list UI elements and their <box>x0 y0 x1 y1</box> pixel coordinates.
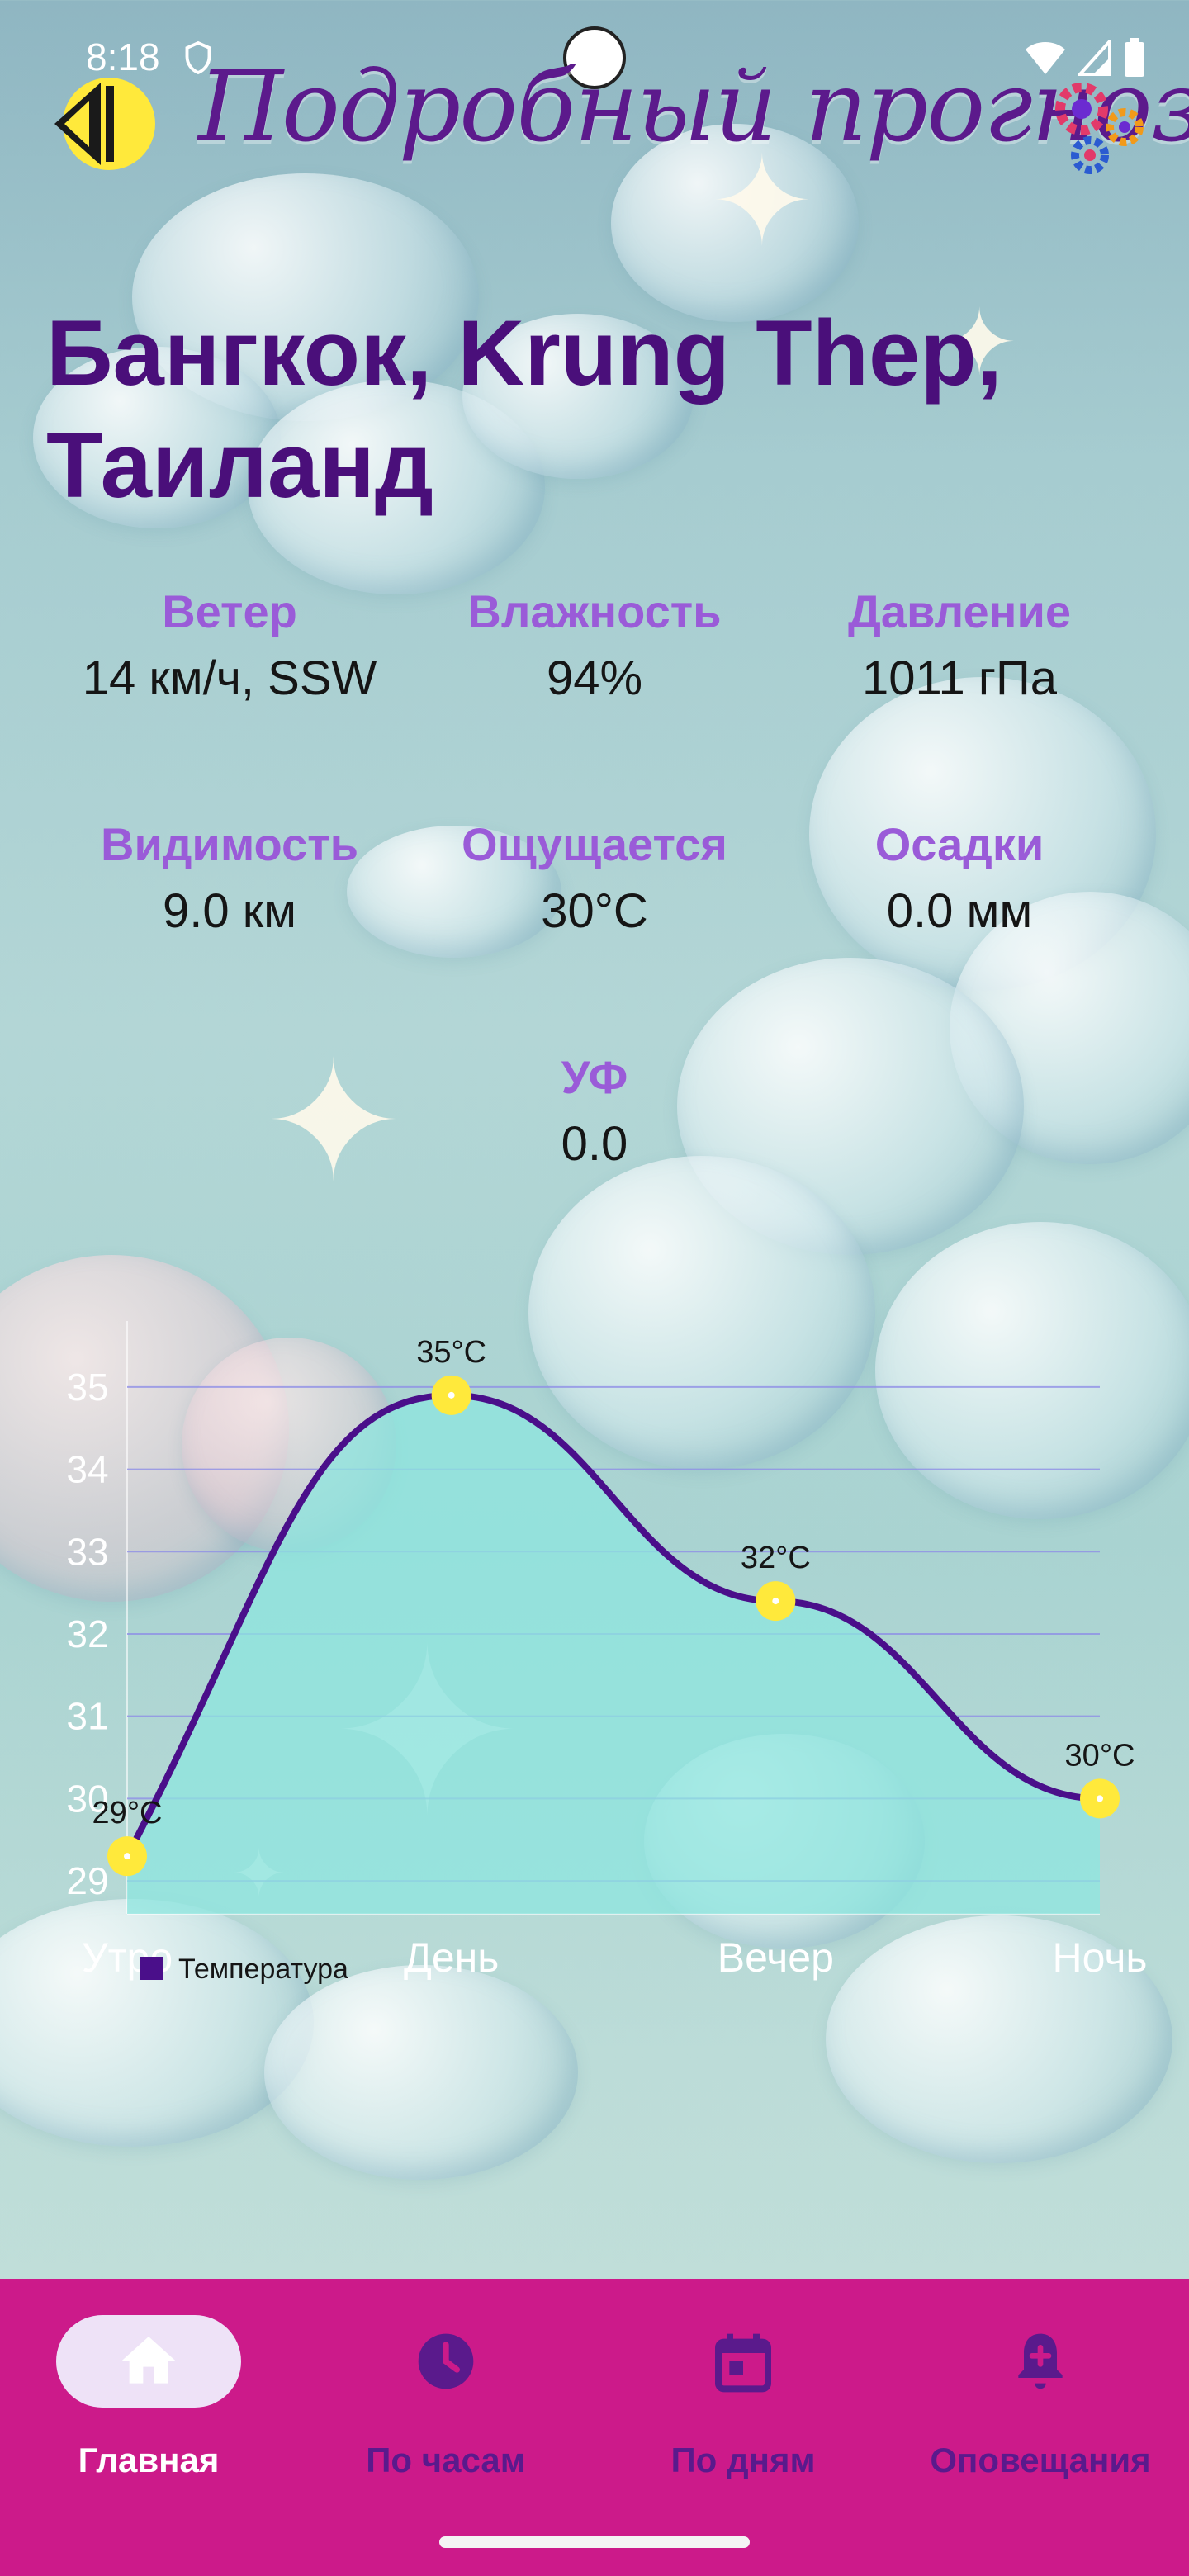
stat-label: Ощущается <box>462 818 727 870</box>
city-name: Бангкок, Krung Thep, Таиланд <box>46 301 1002 517</box>
chart-point-center <box>1097 1795 1103 1802</box>
chart-y-tick-label: 34 <box>66 1448 108 1491</box>
temperature-chart-svg: 2930313233343529°C35°C32°C30°CУтро День Ве… <box>66 1321 1148 1985</box>
nav-item-daily[interactable]: По дням <box>594 2279 892 2526</box>
nav-item-alerts[interactable]: Оповещания <box>892 2279 1189 2526</box>
status-time: 8:18 <box>86 36 160 78</box>
stat-uv: УФ 0.0 <box>421 1049 768 1176</box>
stat-value: 94% <box>546 651 643 705</box>
back-arrow-icon[interactable] <box>51 76 157 172</box>
stat-label: Видимость <box>101 818 358 870</box>
chart-y-tick-label: 35 <box>66 1366 108 1409</box>
stat-value: 30°C <box>541 884 648 938</box>
nav-label-hourly: По часам <box>366 2441 526 2479</box>
stat-visibility: Видимость 9.0 км <box>56 816 403 943</box>
chart-x-tick-label: Вечер <box>718 1934 834 1981</box>
stat-pressure: Давление 1011 гПа <box>786 583 1133 710</box>
temperature-chart: 29 30 31 32 33 34 35 29°C 35°C 32°C 30°C Утро День Ве… <box>0 1288 1189 2015</box>
calendar-icon <box>715 2333 771 2393</box>
chart-legend-label: Температура <box>178 1953 348 1985</box>
page-title: Подробный прогноз <box>198 50 1189 163</box>
nav-item-home[interactable]: Главная <box>0 2279 297 2526</box>
stat-value: 0.0 <box>561 1117 628 1171</box>
chart-area-fill <box>127 1395 1100 1914</box>
chart-y-tick-label: 32 <box>66 1612 108 1655</box>
home-icon <box>121 2337 177 2384</box>
stat-feels-like: Ощущается 30°C <box>421 816 768 943</box>
chart-point-center <box>448 1391 455 1399</box>
stat-value: 0.0 мм <box>886 884 1033 938</box>
nav-label-home: Главная <box>78 2441 220 2479</box>
stat-label: Влажность <box>467 585 722 637</box>
chart-data-label: 35°C <box>416 1335 486 1370</box>
chart-legend-swatch <box>140 1957 163 1980</box>
stat-label: УФ <box>561 1051 628 1103</box>
nav-label-daily: По дням <box>670 2441 816 2479</box>
chart-point-center <box>772 1598 779 1605</box>
stat-value: 14 км/ч, SSW <box>82 651 377 705</box>
chart-data-label: 32°C <box>741 1541 811 1575</box>
stat-label: Ветер <box>162 585 297 637</box>
gesture-bar <box>439 2536 750 2548</box>
chart-y-tick-label: 33 <box>66 1530 108 1573</box>
stat-label: Осадки <box>874 818 1045 870</box>
stat-humidity: Влажность 94% <box>421 583 768 710</box>
chart-x-tick-label: Ночь <box>1053 1934 1148 1981</box>
stat-precipitation: Осадки 0.0 мм <box>786 816 1133 943</box>
chart-x-tick-label: День <box>404 1934 499 1981</box>
chart-y-tick-label: 29 <box>66 1859 108 1902</box>
nav-item-hourly[interactable]: По часам <box>297 2279 594 2526</box>
bell-plus-icon <box>1018 2333 1063 2389</box>
stat-value: 9.0 км <box>163 884 296 938</box>
bottom-navigation: Главная По часам По дням Оповещания <box>0 2279 1189 2576</box>
chart-data-label: 29°C <box>92 1796 163 1830</box>
clock-icon <box>418 2333 474 2389</box>
stat-label: Давление <box>847 585 1072 637</box>
gears-icon[interactable] <box>1044 76 1151 178</box>
chart-data-label: 30°C <box>1065 1738 1135 1773</box>
nav-label-alerts: Оповещания <box>930 2441 1151 2479</box>
chart-y-tick-label: 31 <box>66 1695 108 1738</box>
stat-value: 1011 гПа <box>862 651 1057 705</box>
stat-wind: Ветер 14 км/ч, SSW <box>56 583 403 710</box>
chart-point-center <box>124 1853 130 1860</box>
